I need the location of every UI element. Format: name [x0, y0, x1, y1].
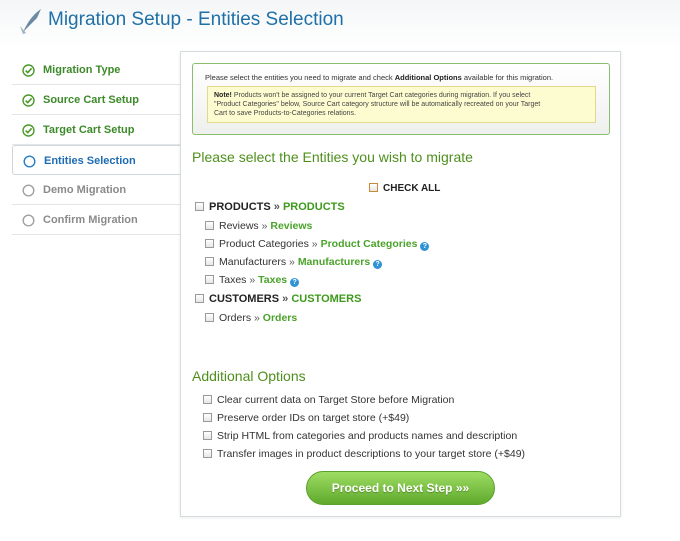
check-all-option[interactable]: CHECK ALL — [369, 183, 440, 194]
entity-row-products[interactable]: PRODUCTS » PRODUCTS — [195, 201, 345, 213]
help-icon[interactable]: ? — [373, 260, 383, 269]
note-box: Note! Products won't be assigned to your… — [207, 86, 596, 123]
sidebar-item-label: Demo Migration — [43, 184, 127, 196]
manufacturers-checkbox[interactable] — [205, 257, 214, 266]
arrow-logo-icon — [20, 9, 41, 34]
sidebar-item-source-cart-setup[interactable]: Source Cart Setup — [12, 85, 180, 115]
proceed-button[interactable]: Proceed to Next Step »» — [306, 471, 495, 505]
transfer-images-checkbox[interactable] — [203, 449, 212, 458]
option-clear-data[interactable]: Clear current data on Target Store befor… — [203, 394, 454, 406]
entity-row-orders[interactable]: Orders » Orders — [205, 312, 297, 324]
taxes-checkbox[interactable] — [205, 275, 214, 284]
option-strip-html[interactable]: Strip HTML from categories and products … — [203, 430, 517, 442]
page-header: Migration Setup - Entities Selection — [0, 0, 680, 48]
sidebar-item-label: Migration Type — [43, 64, 121, 76]
sidebar-item-demo-migration[interactable]: Demo Migration — [12, 175, 180, 205]
check-all-checkbox[interactable] — [369, 183, 378, 192]
products-checkbox[interactable] — [195, 202, 204, 211]
info-notice: Please select the entities you need to m… — [192, 63, 610, 135]
sidebar-item-label: Entities Selection — [44, 155, 136, 167]
sidebar-item-target-cart-setup[interactable]: Target Cart Setup — [12, 115, 180, 145]
clear-data-checkbox[interactable] — [203, 395, 212, 404]
entity-row-taxes[interactable]: Taxes » Taxes? — [205, 274, 300, 287]
sidebar-item-label: Source Cart Setup — [43, 94, 139, 106]
page-title: Migration Setup - Entities Selection — [48, 9, 344, 30]
additional-options-title: Additional Options — [192, 368, 306, 384]
check-circle-icon — [22, 124, 35, 137]
help-icon[interactable]: ? — [290, 278, 300, 287]
sidebar-item-migration-type[interactable]: Migration Type — [12, 55, 180, 85]
sidebar-item-confirm-migration[interactable]: Confirm Migration — [12, 205, 180, 235]
check-circle-icon — [22, 94, 35, 107]
reviews-checkbox[interactable] — [205, 221, 214, 230]
check-circle-icon — [22, 64, 35, 77]
entity-row-product-categories[interactable]: Product Categories » Product Categories? — [205, 238, 430, 251]
sidebar-item-entities-selection[interactable]: Entities Selection — [12, 145, 182, 175]
option-transfer-images[interactable]: Transfer images in product descriptions … — [203, 448, 525, 460]
steps-sidebar: Migration Type Source Cart Setup Target … — [12, 55, 182, 235]
entities-section-title: Please select the Entities you wish to m… — [192, 149, 473, 165]
notice-intro: Please select the entities you need to m… — [205, 73, 554, 82]
entity-row-manufacturers[interactable]: Manufacturers » Manufacturers? — [205, 256, 383, 269]
circle-icon — [23, 155, 36, 168]
circle-icon — [22, 214, 35, 227]
entity-row-customers[interactable]: CUSTOMERS » CUSTOMERS — [195, 293, 361, 305]
customers-checkbox[interactable] — [195, 294, 204, 303]
sidebar-item-label: Confirm Migration — [43, 214, 138, 226]
sidebar-item-label: Target Cart Setup — [43, 124, 135, 136]
circle-icon — [22, 184, 35, 197]
product-categories-checkbox[interactable] — [205, 239, 214, 248]
preserve-order-ids-checkbox[interactable] — [203, 413, 212, 422]
entities-panel: Please select the entities you need to m… — [180, 51, 621, 517]
help-icon[interactable]: ? — [420, 242, 430, 251]
entity-row-reviews[interactable]: Reviews » Reviews — [205, 220, 312, 232]
orders-checkbox[interactable] — [205, 313, 214, 322]
option-preserve-order-ids[interactable]: Preserve order IDs on target store (+$49… — [203, 412, 409, 424]
strip-html-checkbox[interactable] — [203, 431, 212, 440]
